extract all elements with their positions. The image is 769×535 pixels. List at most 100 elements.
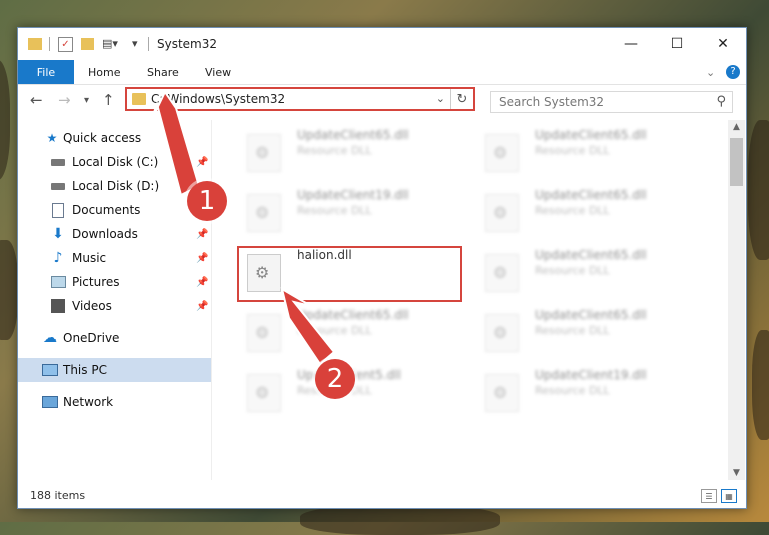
search-placeholder: Search System32: [499, 95, 605, 109]
pictures-icon: [50, 275, 66, 289]
sidebar-item-videos[interactable]: Videos 📌: [18, 294, 211, 318]
sidebar-item-label: Local Disk (D:): [72, 179, 160, 193]
sidebar-item-onedrive[interactable]: ☁ OneDrive: [18, 326, 211, 350]
documents-icon: [50, 202, 66, 218]
drive-icon: [50, 155, 66, 169]
chevron-down-icon[interactable]: ⌄: [706, 60, 715, 84]
sidebar-item-pictures[interactable]: Pictures 📌: [18, 270, 211, 294]
chevron-down-icon[interactable]: ⌄: [436, 92, 445, 105]
forward-arrow-icon[interactable]: →: [58, 91, 71, 109]
file-name: UpdateClient65.dll: [297, 128, 409, 142]
sidebar-item-this-pc[interactable]: This PC: [18, 358, 211, 382]
dll-file-icon: [247, 134, 281, 172]
up-arrow-icon[interactable]: ↑: [102, 91, 115, 109]
list-item[interactable]: UpdateClient65.dll Resource DLL: [473, 248, 693, 298]
sidebar-item-label: Music: [72, 251, 107, 265]
search-icon[interactable]: ⚲: [716, 94, 726, 109]
sidebar-item-label: Pictures: [72, 275, 120, 289]
toolbar-divider: [49, 37, 50, 51]
pin-icon[interactable]: 📌: [196, 229, 208, 240]
details-view-icon[interactable]: ☰: [701, 489, 717, 503]
pin-icon[interactable]: 📌: [196, 277, 208, 288]
file-name: UpdateClient65.dll: [535, 248, 647, 262]
file-type: Resource DLL: [297, 324, 372, 337]
computer-icon: [42, 363, 58, 377]
list-item[interactable]: UpdateClient19.dll Resource DLL: [473, 368, 693, 418]
file-type: Resource DLL: [297, 144, 372, 157]
file-name: UpdateClient19.dll: [535, 368, 647, 382]
address-bar[interactable]: C:\Windows\System32 ⌄ ↻: [125, 87, 475, 111]
maximize-button[interactable]: ☐: [654, 28, 700, 60]
list-item[interactable]: UpdateClient65.dll Resource DLL: [235, 128, 455, 178]
close-button[interactable]: ✕: [700, 28, 746, 60]
toolbar-divider: [148, 37, 149, 51]
scroll-up-icon[interactable]: ▲: [728, 122, 745, 132]
pin-icon[interactable]: 📌: [196, 157, 208, 168]
folder-icon: [28, 38, 42, 50]
file-type: Resource DLL: [535, 324, 610, 337]
dll-file-icon: [485, 314, 519, 352]
scrollbar-thumb[interactable]: [730, 138, 743, 186]
list-item[interactable]: UpdateClient65.dll Resource DLL: [473, 128, 693, 178]
download-icon: ⬇: [52, 226, 64, 242]
sidebar-item-network[interactable]: Network: [18, 390, 211, 414]
list-item[interactable]: UpdateClient65.dll Resource DLL: [473, 308, 693, 358]
list-item[interactable]: UpdateClient65.dll Resource DLL: [235, 308, 455, 358]
sidebar-item-local-disk-d[interactable]: Local Disk (D:): [18, 174, 211, 198]
callout-badge-two: 2: [315, 359, 355, 399]
tab-file[interactable]: File: [18, 60, 74, 84]
window-title: System32: [157, 37, 218, 51]
callout-badge-one: 1: [187, 181, 227, 221]
address-path[interactable]: C:\Windows\System32: [151, 92, 285, 106]
new-folder-icon[interactable]: [81, 38, 94, 50]
sidebar-item-music[interactable]: ♪ Music 📌: [18, 246, 211, 270]
dll-file-icon: [485, 374, 519, 412]
scroll-down-icon[interactable]: ▼: [728, 468, 745, 478]
tab-view[interactable]: View: [205, 60, 231, 84]
sidebar-item-quick-access[interactable]: ★ Quick access: [18, 126, 211, 150]
drive-icon: [50, 179, 66, 193]
title-bar: ✓ ▤▾ ▾ System32 — ☐ ✕: [18, 28, 746, 60]
file-highlight-box: [237, 246, 462, 302]
minimize-button[interactable]: —: [608, 28, 654, 60]
item-count: 188 items: [30, 489, 86, 502]
videos-icon: [50, 299, 66, 313]
properties-icon[interactable]: ✓: [58, 37, 73, 52]
file-name: UpdateClient65.dll: [535, 128, 647, 142]
sidebar-item-label: Quick access: [63, 131, 142, 145]
refresh-icon[interactable]: ↻: [450, 89, 473, 109]
sidebar-item-label: OneDrive: [63, 331, 120, 345]
music-icon: ♪: [53, 250, 63, 266]
sidebar-item-label: Network: [63, 395, 114, 409]
pin-icon[interactable]: 📌: [196, 301, 208, 312]
sidebar-item-label: This PC: [63, 363, 107, 377]
dll-file-icon: [485, 194, 519, 232]
dll-file-icon: [485, 134, 519, 172]
tab-home[interactable]: Home: [88, 60, 120, 84]
back-arrow-icon[interactable]: ←: [30, 91, 43, 109]
file-type: Resource DLL: [535, 264, 610, 277]
sidebar-item-local-disk-c[interactable]: Local Disk (C:) 📌: [18, 150, 211, 174]
list-item[interactable]: UpdateClient65.dll Resource DLL: [473, 188, 693, 238]
sidebar-item-downloads[interactable]: ⬇ Downloads 📌: [18, 222, 211, 246]
pin-icon[interactable]: 📌: [196, 253, 208, 264]
sidebar-item-label: Downloads: [72, 227, 138, 241]
sidebar-item-label: Videos: [72, 299, 112, 313]
folder-icon: [132, 93, 146, 105]
file-explorer-window: ✓ ▤▾ ▾ System32 — ☐ ✕ File Home Share Vi…: [17, 27, 747, 509]
search-input[interactable]: Search System32 ⚲: [490, 91, 733, 113]
dll-file-icon: [485, 254, 519, 292]
chevron-down-icon[interactable]: ▾: [132, 37, 138, 53]
sidebar-item-documents[interactable]: Documents 📌: [18, 198, 211, 222]
large-icons-view-icon[interactable]: ▦: [721, 489, 737, 503]
sidebar-item-label: Documents: [72, 203, 141, 217]
list-item[interactable]: UpdateClient19.dll Resource DLL: [235, 188, 455, 238]
vertical-scrollbar[interactable]: ▲ ▼: [728, 120, 745, 480]
star-icon: ★: [46, 131, 58, 145]
dll-file-icon: [247, 194, 281, 232]
help-icon[interactable]: ?: [726, 60, 740, 84]
recent-locations-icon[interactable]: ▾: [84, 95, 89, 106]
tab-share[interactable]: Share: [147, 60, 179, 84]
customize-toolbar-icon[interactable]: ▤▾: [102, 37, 118, 53]
file-name: UpdateClient65.dll: [535, 188, 647, 202]
